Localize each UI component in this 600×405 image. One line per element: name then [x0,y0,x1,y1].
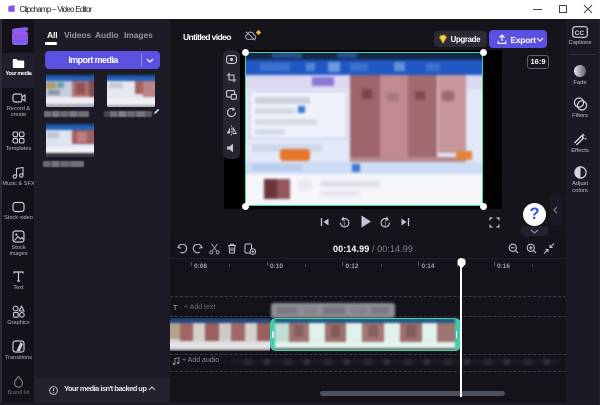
svg-text:1: 1 [343,221,346,227]
svg-text:1: 1 [384,221,387,227]
svg-text:CC: CC [575,30,585,37]
